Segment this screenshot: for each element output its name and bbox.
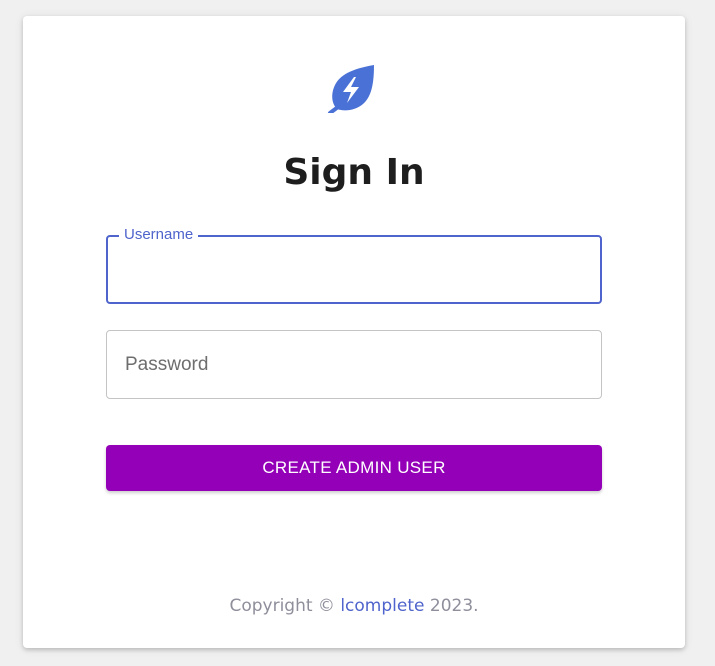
username-field[interactable]: Username bbox=[106, 226, 602, 304]
leaf-lightning-icon bbox=[328, 65, 374, 113]
sign-in-card: Sign In Username CREATE ADMIN USER Copyr… bbox=[23, 16, 685, 648]
copyright-suffix: 2023. bbox=[424, 596, 479, 616]
lcomplete-link[interactable]: lcomplete bbox=[340, 596, 424, 616]
page-title: Sign In bbox=[283, 152, 425, 193]
copyright-prefix: Copyright © bbox=[229, 596, 341, 616]
username-label: Username bbox=[119, 226, 199, 244]
copyright-footer: Copyright © lcomplete 2023. bbox=[23, 594, 685, 618]
password-input[interactable] bbox=[123, 351, 587, 379]
password-field[interactable] bbox=[106, 330, 602, 399]
username-input[interactable] bbox=[122, 257, 586, 285]
create-admin-user-button[interactable]: CREATE ADMIN USER bbox=[106, 445, 602, 491]
